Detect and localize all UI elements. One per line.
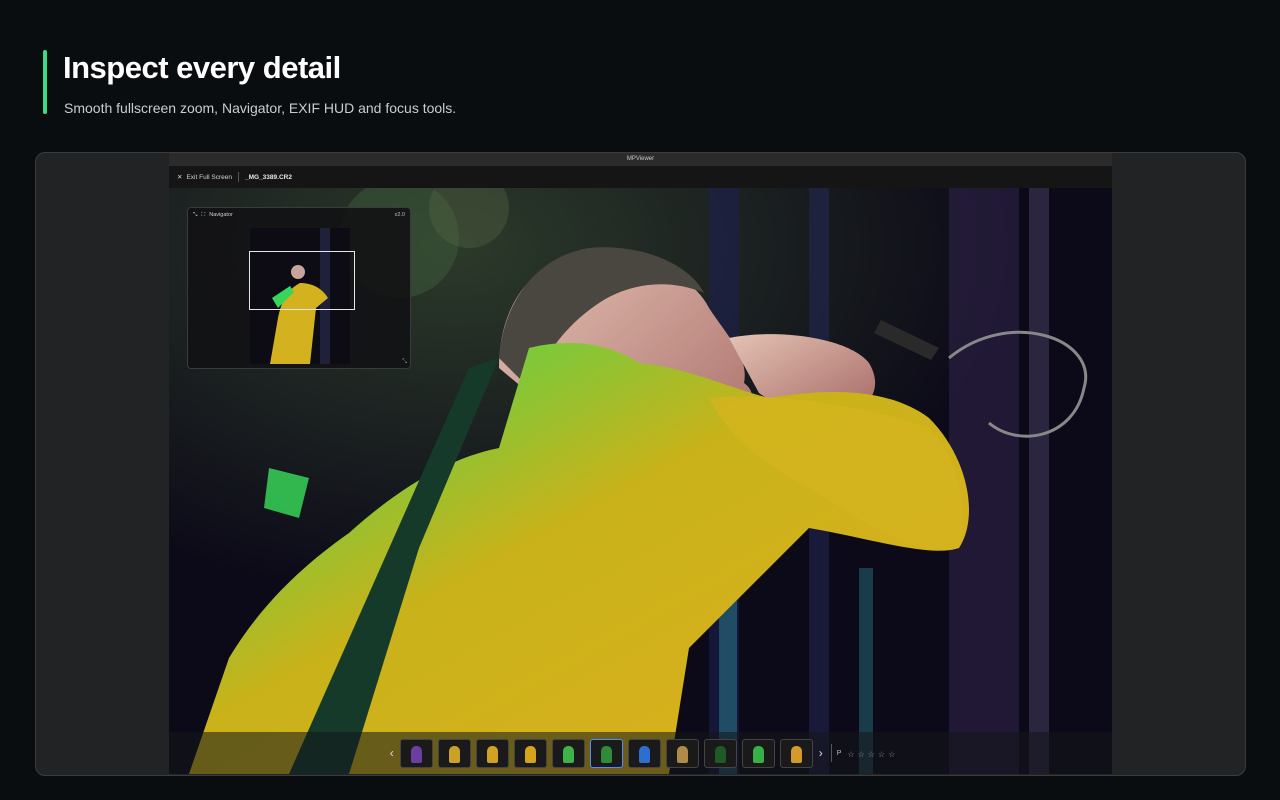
thumbnail-figure — [752, 745, 764, 763]
exit-full-screen-label: Exit Full Screen — [186, 173, 232, 181]
filmstrip-thumbnail[interactable] — [589, 738, 623, 768]
filmstrip-thumbnail[interactable] — [399, 738, 433, 768]
chevron-right-icon[interactable]: › — [815, 746, 827, 760]
thumbnail-figure — [448, 745, 460, 763]
exit-full-screen-button[interactable]: ✕ Exit Full Screen — [177, 173, 232, 182]
filmstrip-thumbnail[interactable] — [627, 738, 661, 768]
thumbnail-figure — [676, 745, 688, 763]
filmstrip-thumbnail[interactable] — [437, 738, 471, 768]
hero-subtitle: Smooth fullscreen zoom, Navigator, EXIF … — [64, 100, 457, 116]
star-icon[interactable]: ☆ — [858, 750, 865, 759]
star-icon[interactable]: ☆ — [878, 750, 885, 759]
navigator-frame-icon[interactable]: ⛶ — [201, 212, 205, 219]
chevron-left-icon[interactable]: ‹ — [386, 746, 398, 760]
star-icon[interactable]: ☆ — [847, 750, 854, 759]
filmstrip-thumbnail[interactable] — [665, 738, 699, 768]
star-rating: ☆ ☆ ☆ ☆ ☆ — [844, 744, 895, 762]
navigator-panel[interactable]: ⤡ ⛶ Navigator x2.0 ⤡ — [187, 207, 411, 369]
filmstrip-thumbnail[interactable] — [475, 738, 509, 768]
screenshot-frame: MPViewer ✕ Exit Full Screen _MG_3389.CR2 — [35, 152, 1246, 776]
filmstrip-thumbnail[interactable] — [551, 738, 585, 768]
navigator-fit-icon[interactable]: ⤡ — [193, 212, 197, 219]
filmstrip-thumbnail[interactable] — [703, 738, 737, 768]
pick-flag[interactable]: P — [837, 750, 842, 757]
star-icon[interactable]: ☆ — [888, 750, 895, 759]
thumbnail-figure — [790, 745, 802, 763]
thumbnail-figure — [524, 745, 536, 763]
navigator-title: Navigator — [209, 212, 233, 218]
hero-accent-bar — [43, 50, 47, 114]
navigator-zoom-level: x2.0 — [394, 212, 405, 218]
toolbar-divider — [237, 172, 239, 182]
navigator-viewport-rect[interactable] — [249, 251, 355, 310]
thumbnail-figure — [562, 745, 574, 763]
hero-title: Inspect every detail — [63, 50, 341, 85]
filmstrip-thumbnails — [399, 738, 813, 768]
thumbnail-figure — [638, 745, 650, 763]
app-window: MPViewer ✕ Exit Full Screen _MG_3389.CR2 — [169, 153, 1112, 774]
filmstrip-thumbnail[interactable] — [741, 738, 775, 768]
thumbnail-figure — [410, 745, 422, 763]
resize-icon[interactable]: ⤡ — [402, 359, 407, 366]
close-icon: ✕ — [177, 174, 183, 181]
filename-label: _MG_3389.CR2 — [244, 173, 292, 181]
thumbnail-figure — [714, 745, 726, 763]
thumbnail-figure — [600, 745, 612, 763]
filmstrip-thumbnail[interactable] — [513, 738, 547, 768]
photo-viewport[interactable]: ⤡ ⛶ Navigator x2.0 ⤡ ‹ › P ☆ ☆ ☆ ☆ ☆ — [169, 188, 1112, 774]
filmstrip: ‹ › P ☆ ☆ ☆ ☆ ☆ — [169, 732, 1112, 774]
toolbar: ✕ Exit Full Screen _MG_3389.CR2 — [169, 166, 1112, 188]
window-title: MPViewer — [169, 153, 1112, 166]
navigator-header: ⤡ ⛶ Navigator x2.0 — [188, 208, 410, 222]
filmstrip-thumbnail[interactable] — [779, 738, 813, 768]
thumbnail-figure — [486, 745, 498, 763]
rating-controls: P ☆ ☆ ☆ ☆ ☆ — [830, 744, 895, 762]
star-icon[interactable]: ☆ — [868, 750, 875, 759]
